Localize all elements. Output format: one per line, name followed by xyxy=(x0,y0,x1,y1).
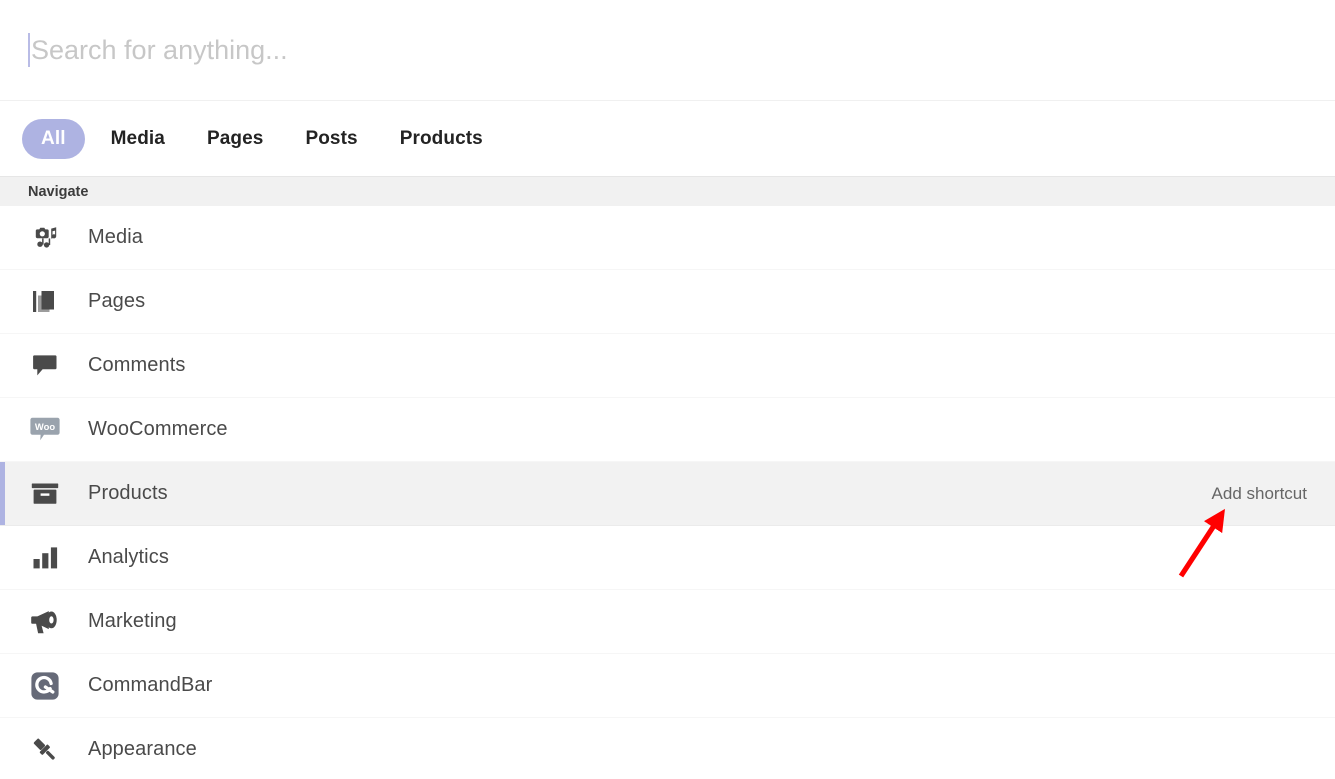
list-item-commandbar[interactable]: CommandBar xyxy=(0,654,1335,718)
list-item-label: Media xyxy=(88,226,143,248)
commandbar-icon xyxy=(28,670,62,702)
list-item-comments[interactable]: Comments xyxy=(0,334,1335,398)
list-item-woocommerce[interactable]: Woo WooCommerce xyxy=(0,398,1335,462)
list-item-analytics[interactable]: Analytics xyxy=(0,526,1335,590)
search-input[interactable] xyxy=(31,33,1311,67)
list-item-label: Comments xyxy=(88,354,186,376)
search-bar[interactable] xyxy=(0,0,1335,101)
archive-box-icon xyxy=(28,478,62,510)
command-palette: All Media Pages Posts Products Navigate xyxy=(0,0,1335,779)
megaphone-icon xyxy=(28,606,62,638)
tab-products[interactable]: Products xyxy=(384,119,499,159)
list-item-media[interactable]: Media xyxy=(0,206,1335,270)
tab-all[interactable]: All xyxy=(22,118,85,159)
svg-text:Woo: Woo xyxy=(35,421,55,432)
list-item-label: Appearance xyxy=(88,738,197,760)
paintbrush-icon xyxy=(28,734,62,766)
comment-icon xyxy=(28,350,62,382)
list-item-label: WooCommerce xyxy=(88,418,228,440)
section-title: Navigate xyxy=(28,183,89,200)
pages-icon xyxy=(28,286,62,318)
tab-posts[interactable]: Posts xyxy=(289,119,373,159)
list-item-label: Analytics xyxy=(88,546,169,568)
navigate-results-list: Media Pages Comments Woo WooCommerce Pro… xyxy=(0,206,1335,779)
list-item-label: Products xyxy=(88,482,168,504)
list-item-marketing[interactable]: Marketing xyxy=(0,590,1335,654)
list-item-appearance[interactable]: Appearance xyxy=(0,718,1335,779)
text-caret xyxy=(28,33,30,67)
tab-pages[interactable]: Pages xyxy=(191,119,279,159)
list-item-label: CommandBar xyxy=(88,674,213,696)
tab-media[interactable]: Media xyxy=(95,119,181,159)
list-item-label: Marketing xyxy=(88,610,177,632)
add-shortcut-button[interactable]: Add shortcut xyxy=(1212,484,1307,504)
list-item-products[interactable]: Products Add shortcut xyxy=(0,462,1335,526)
filter-tabs: All Media Pages Posts Products xyxy=(0,101,1335,176)
camera-music-icon xyxy=(28,222,62,254)
section-header-navigate: Navigate xyxy=(0,176,1335,206)
woo-icon: Woo xyxy=(28,414,62,446)
bar-chart-icon xyxy=(28,542,62,574)
list-item-pages[interactable]: Pages xyxy=(0,270,1335,334)
list-item-label: Pages xyxy=(88,290,146,312)
